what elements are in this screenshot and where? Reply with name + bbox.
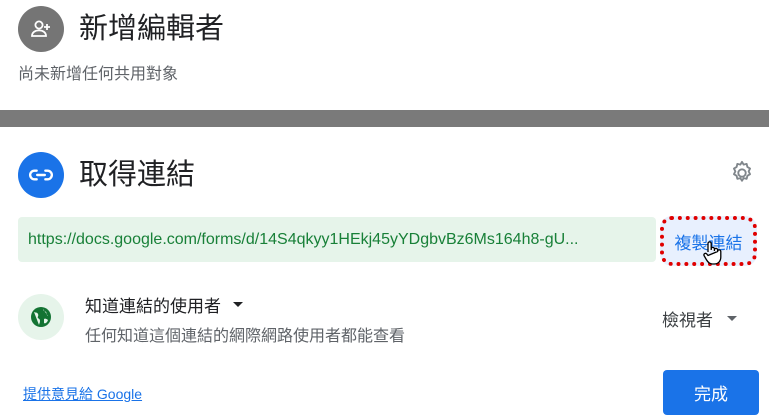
globe-icon — [18, 294, 64, 340]
panel-separator — [0, 110, 769, 127]
hand-cursor-icon — [703, 241, 722, 265]
link-url-field[interactable]: https://docs.google.com/forms/d/14S4qkyy… — [18, 217, 656, 262]
role-label: 檢視者 — [662, 310, 713, 331]
add-editors-panel: 新增編輯者 尚未新增任何共用對象 — [0, 0, 769, 110]
link-url-text: https://docs.google.com/forms/d/14S4qkyy… — [28, 231, 579, 248]
link-icon — [18, 152, 64, 198]
access-scope-dropdown[interactable]: 知道連結的使用者 — [85, 292, 243, 317]
feedback-link[interactable]: 提供意見給 Google — [23, 384, 142, 404]
access-scope-label: 知道連結的使用者 — [85, 296, 221, 317]
dropdown-arrow-icon — [233, 301, 243, 307]
get-link-title: 取得連結 — [79, 157, 196, 191]
add-editors-subtitle: 尚未新增任何共用對象 — [18, 64, 179, 83]
settings-button[interactable] — [726, 157, 758, 189]
person-add-icon — [18, 6, 64, 52]
gear-icon — [733, 160, 751, 182]
dropdown-arrow-icon — [727, 315, 737, 321]
access-description: 任何知道這個連結的網際網路使用者都能查看 — [85, 326, 406, 345]
add-editors-title: 新增編輯者 — [79, 11, 225, 45]
done-button[interactable]: 完成 — [663, 370, 759, 415]
role-dropdown[interactable]: 檢視者 — [662, 306, 737, 331]
